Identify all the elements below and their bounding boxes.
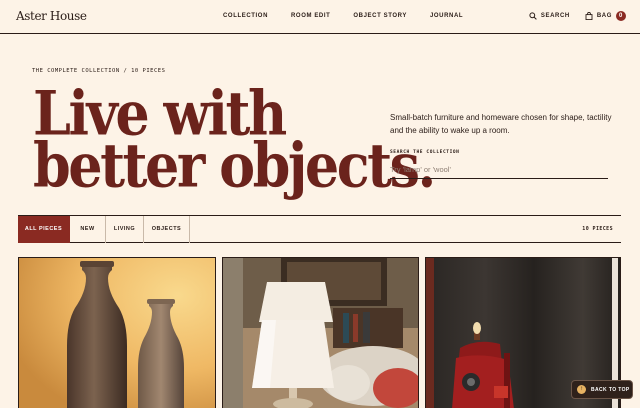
lamp-photo: [223, 258, 418, 408]
nav-item-room-edit[interactable]: ROOM EDIT: [291, 13, 330, 19]
headline-line-2: better objects.: [33, 129, 436, 201]
main-nav: COLLECTION ROOM EDIT OBJECT STORY JOURNA…: [223, 13, 486, 19]
bag-count-badge: 0: [616, 11, 626, 21]
hero-headline: Live with better objects.: [33, 83, 436, 195]
collection-eyebrow: THE COMPLETE COLLECTION / 10 PIECES: [32, 68, 166, 74]
hero-intro: Small-batch furniture and homeware chose…: [390, 113, 612, 135]
collection-search-input[interactable]: [390, 160, 608, 179]
back-to-top-label: BACK TO TOP: [591, 386, 630, 393]
header-actions: SEARCH BAG 0: [529, 11, 626, 21]
nav-item-collection[interactable]: COLLECTION: [223, 13, 268, 19]
search-icon: [529, 12, 537, 20]
search-field-label: SEARCH THE COLLECTION: [390, 150, 460, 155]
piece-count: 10 PIECES: [582, 226, 613, 232]
nav-item-journal[interactable]: JOURNAL: [430, 13, 463, 19]
tab-objects[interactable]: OBJECTS: [144, 216, 190, 243]
vase-photo: [19, 258, 215, 408]
bag-label: BAG: [596, 13, 612, 19]
arrow-up-icon: ↑: [577, 385, 586, 394]
filter-bar: ALL PIECES NEW LIVING OBJECTS 10 PIECES: [18, 215, 621, 243]
bag-icon: [585, 12, 593, 20]
brand-logo[interactable]: Aster House: [16, 9, 87, 23]
nav-item-object-story[interactable]: OBJECT STORY: [353, 13, 407, 19]
search-label: SEARCH: [540, 13, 570, 19]
search-button[interactable]: SEARCH: [529, 12, 570, 20]
tab-new[interactable]: NEW: [70, 216, 106, 243]
product-card-vases[interactable]: [18, 257, 216, 408]
back-to-top-button[interactable]: ↑ BACK TO TOP: [572, 381, 632, 398]
site-header: Aster House COLLECTION ROOM EDIT OBJECT …: [0, 0, 640, 34]
bag-button[interactable]: BAG 0: [585, 11, 626, 21]
tab-living[interactable]: LIVING: [106, 216, 144, 243]
product-card-lamp[interactable]: [222, 257, 419, 408]
tab-all-pieces[interactable]: ALL PIECES: [18, 216, 70, 243]
